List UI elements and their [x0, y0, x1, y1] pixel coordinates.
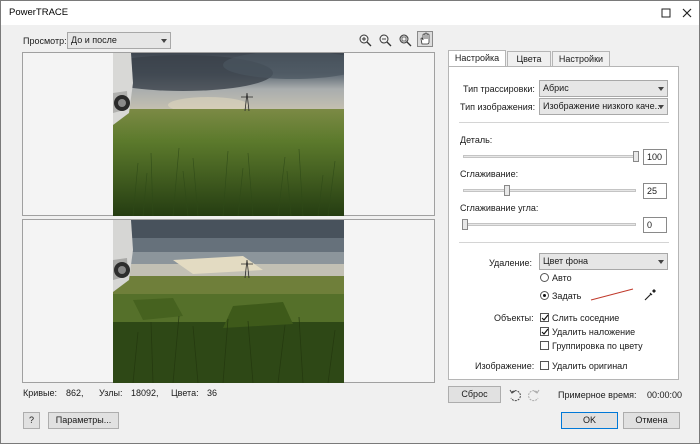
estimated-time-label: Примерное время:	[558, 390, 637, 400]
traced-result-image	[113, 220, 344, 383]
zoom-fit-icon	[399, 34, 412, 47]
close-icon	[682, 8, 692, 18]
merge-adjacent-label: Слить соседние	[552, 313, 620, 323]
zoom-out-icon	[379, 34, 392, 47]
smoothing-ticks	[463, 186, 636, 191]
chevron-down-icon	[658, 87, 664, 91]
radio-auto[interactable]	[540, 273, 549, 282]
trace-type-select[interactable]: Абрис	[539, 80, 668, 97]
colors-count: 36	[207, 388, 218, 398]
estimated-time-value: 00:00:00	[647, 390, 683, 400]
original-photo-image	[113, 53, 344, 216]
preview-mode-select[interactable]: До и после	[67, 32, 171, 49]
checkmark-icon	[541, 328, 549, 335]
tab-colors[interactable]: Цвета	[507, 51, 551, 67]
redo-icon	[528, 389, 540, 402]
corner-smoothing-ticks	[463, 220, 636, 225]
preview-label: Просмотр:	[23, 36, 67, 46]
divider	[459, 242, 669, 243]
window-title: PowerTRACE	[9, 7, 69, 18]
detail-label: Деталь:	[460, 135, 493, 145]
corner-smoothing-value-field[interactable]: 0	[643, 217, 667, 233]
radio-set[interactable]	[540, 291, 549, 300]
delete-original-checkbox[interactable]	[540, 361, 549, 370]
chevron-down-icon	[658, 105, 664, 109]
nodes-count: 18092,	[131, 388, 159, 398]
group-by-color-label: Группировка по цвету	[552, 341, 643, 351]
remove-overlap-label: Удалить наложение	[552, 327, 636, 337]
detail-slider-thumb[interactable]	[633, 151, 639, 162]
radio-set-label: Задать	[552, 291, 582, 301]
smoothing-label: Сглаживание:	[460, 169, 519, 179]
image-label: Изображение:	[475, 361, 535, 371]
group-by-color-checkbox[interactable]	[540, 341, 549, 350]
redo-button[interactable]	[527, 388, 541, 402]
curves-label: Кривые:	[23, 388, 58, 398]
image-type-value: Изображение низкого каче...	[543, 101, 663, 111]
maximize-icon	[661, 8, 671, 18]
original-photo	[113, 53, 344, 216]
title-bar: PowerTRACE	[1, 1, 699, 25]
image-type-select[interactable]: Изображение низкого каче...	[539, 98, 668, 115]
background-color-swatch[interactable]	[587, 285, 637, 303]
help-button[interactable]: ?	[23, 412, 40, 429]
zoom-in-button[interactable]	[358, 33, 372, 47]
chevron-down-icon	[658, 260, 664, 264]
trace-type-label: Тип трассировки:	[463, 84, 535, 94]
corner-smoothing-slider-thumb[interactable]	[462, 219, 468, 230]
eyedropper-button[interactable]	[643, 288, 657, 302]
corner-smoothing-label: Сглаживание угла:	[460, 203, 539, 213]
zoom-fit-button[interactable]	[398, 33, 412, 47]
cancel-button[interactable]: Отмена	[623, 412, 680, 429]
objects-label: Объекты:	[494, 313, 534, 323]
preview-mode-value: До и после	[71, 35, 117, 45]
detail-value-field[interactable]: 100	[643, 149, 667, 165]
curves-count: 862,	[66, 388, 84, 398]
radio-auto-label: Авто	[552, 273, 572, 283]
tab-settings[interactable]: Настройки	[552, 51, 610, 67]
ok-button[interactable]: OK	[561, 412, 618, 429]
colors-label: Цвета:	[171, 388, 199, 398]
tab-setup[interactable]: Настройка	[448, 50, 506, 67]
undo-icon	[509, 389, 521, 402]
remove-value: Цвет фона	[543, 256, 589, 266]
after-preview-pane[interactable]	[22, 219, 435, 383]
remove-label: Удаление:	[489, 258, 533, 268]
remove-select[interactable]: Цвет фона	[539, 253, 668, 270]
divider	[459, 122, 669, 123]
trace-type-value: Абрис	[543, 83, 569, 93]
nodes-label: Узлы:	[99, 388, 123, 398]
delete-original-label: Удалить оригинал	[552, 361, 628, 371]
parameters-button[interactable]: Параметры...	[48, 412, 119, 429]
smoothing-slider-thumb[interactable]	[504, 185, 510, 196]
remove-overlap-checkbox[interactable]	[540, 327, 549, 336]
eyedropper-icon	[644, 289, 656, 301]
detail-ticks	[463, 152, 636, 157]
traced-result	[113, 220, 344, 383]
pan-button[interactable]	[417, 31, 433, 47]
zoom-in-icon	[359, 34, 372, 47]
before-preview-pane[interactable]	[22, 52, 435, 216]
close-button[interactable]	[678, 4, 696, 22]
smoothing-value-field[interactable]: 25	[643, 183, 667, 199]
powertrace-dialog: PowerTRACE Просмотр: До и после Кривые: …	[0, 0, 700, 444]
hand-icon	[420, 32, 430, 45]
merge-adjacent-checkbox[interactable]	[540, 313, 549, 322]
undo-button[interactable]	[508, 388, 522, 402]
maximize-button[interactable]	[657, 4, 675, 22]
zoom-out-button[interactable]	[378, 33, 392, 47]
reset-button[interactable]: Сброс	[448, 386, 501, 403]
image-type-label: Тип изображения:	[460, 102, 536, 112]
chevron-down-icon	[161, 39, 167, 43]
checkmark-icon	[541, 314, 549, 321]
